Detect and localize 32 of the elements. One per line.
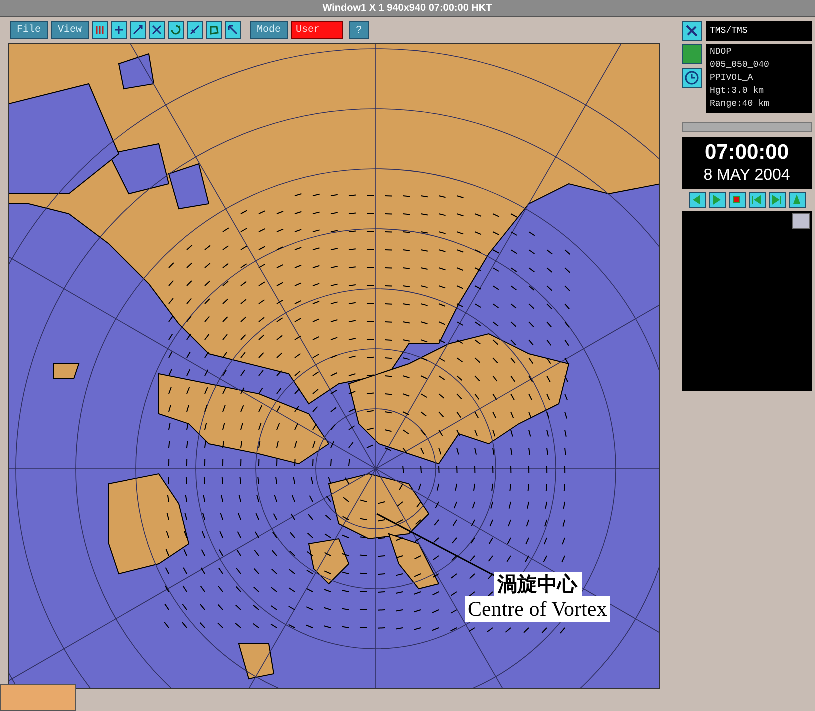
scroll-bar[interactable] — [682, 122, 812, 132]
source-label: TMS/TMS — [706, 21, 812, 41]
cross-arrows-icon[interactable] — [149, 21, 166, 39]
user-field[interactable]: User — [291, 21, 344, 39]
clock-icon[interactable] — [682, 68, 702, 88]
help-button[interactable]: ? — [349, 21, 370, 39]
vortex-label-english: Centre of Vortex — [465, 596, 610, 622]
menu-button[interactable]: View — [51, 21, 90, 39]
window-title: Window1 X 1 940x940 07:00:00 HKT — [322, 2, 492, 16]
stop-icon[interactable] — [728, 192, 746, 208]
product-info-line: Hgt:3.0 km — [710, 85, 766, 98]
mode-button[interactable]: Mode — [250, 21, 288, 39]
vortex-label-chinese: 渦旋中心 — [494, 572, 582, 596]
menu-button[interactable]: File — [10, 21, 48, 39]
skip-end-icon[interactable] — [768, 192, 786, 208]
product-info-line: PPIVOL_A — [710, 72, 754, 85]
date-display: 8 MAY 2004 — [704, 166, 790, 186]
product-info-line: Range:40 km — [710, 98, 770, 111]
palette-icon[interactable] — [792, 213, 810, 229]
blob-icon[interactable] — [206, 21, 222, 39]
bars-icon[interactable] — [92, 21, 108, 39]
loop-icon[interactable] — [788, 192, 806, 208]
product-info-line: NDOP — [710, 46, 733, 59]
step-back-icon[interactable] — [688, 192, 706, 208]
skip-start-icon[interactable] — [748, 192, 766, 208]
play-icon[interactable] — [708, 192, 726, 208]
product-info-line: 005_050_040 — [710, 59, 770, 72]
plus-icon[interactable] — [111, 21, 128, 39]
slash-icon[interactable] — [187, 21, 204, 39]
pointer-icon[interactable] — [225, 21, 242, 39]
ring-icon[interactable] — [168, 21, 184, 39]
time-display: 07:00:00 — [704, 140, 790, 166]
